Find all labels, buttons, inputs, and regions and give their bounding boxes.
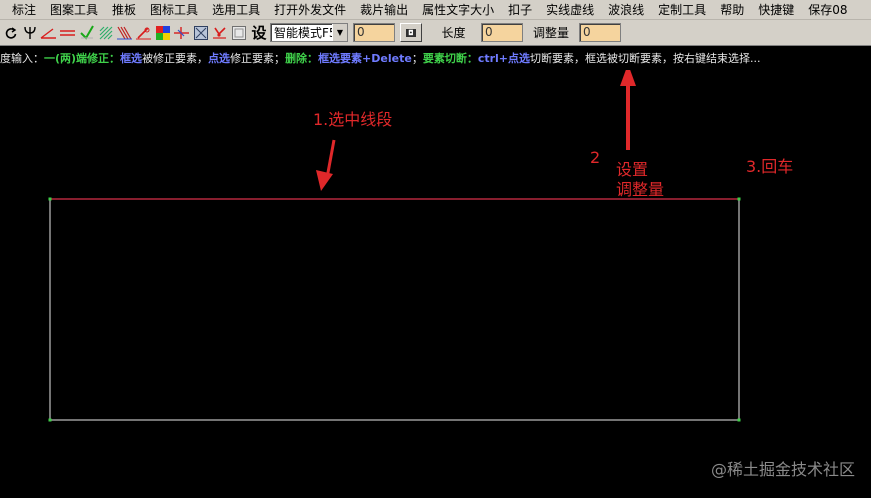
hint-text: 点选 xyxy=(208,52,231,65)
hint-bar: 度输入： 一(两)端修正： 框选 被修正要素， 点选 修正要素； 删除： 框选要… xyxy=(0,47,871,69)
split-icon[interactable] xyxy=(173,23,190,42)
adjust-input[interactable]: 0 xyxy=(579,23,621,42)
menu-item-help[interactable]: 帮助 xyxy=(713,1,751,19)
menu-item-buttons[interactable]: 扣子 xyxy=(501,1,539,19)
length-label: 长度 xyxy=(441,26,466,40)
corner-point xyxy=(737,418,741,422)
arrow-down-icon xyxy=(316,139,336,191)
double-line-icon[interactable] xyxy=(59,23,76,42)
annotation-step3: 3.回车 xyxy=(746,157,794,176)
hint-text: 框选 xyxy=(120,52,143,65)
arrow-up-icon xyxy=(620,70,636,150)
annotation-step2-line2: 调整量 xyxy=(616,180,665,199)
menu-item-tuan-tools[interactable]: 图案工具 xyxy=(43,1,105,19)
corner-point xyxy=(48,418,52,422)
menu-item-biaozhu[interactable]: 标注 xyxy=(0,1,43,19)
menu-item-font-size[interactable]: 属性文字大小 xyxy=(415,1,501,19)
hint-text: 框选要素+Delete xyxy=(318,52,412,65)
menu-item-save[interactable]: 保存08 xyxy=(801,1,854,19)
menu-bar: 标注 图案工具 推板 图标工具 选用工具 打开外发文件 裁片输出 属性文字大小 … xyxy=(0,0,871,20)
psi-icon[interactable] xyxy=(21,23,38,42)
menu-item-open-file[interactable]: 打开外发文件 xyxy=(267,1,353,19)
corner-point xyxy=(48,197,52,201)
hint-text: 一(两)端修正： xyxy=(44,52,121,65)
hint-text: 删除： xyxy=(285,52,319,65)
hint-text: 切断要素，框选被切断要素，按右键结束选择... xyxy=(530,52,761,65)
hint-text: 度输入： xyxy=(0,52,44,65)
menu-item-custom-tools[interactable]: 定制工具 xyxy=(651,1,713,19)
adjust-label: 调整量 xyxy=(532,26,569,40)
hint-text: ctrl+点选 xyxy=(477,52,531,65)
pen-icon[interactable] xyxy=(135,23,152,42)
hint-text: ； xyxy=(411,52,423,65)
value-input[interactable]: 0 xyxy=(353,23,395,42)
frame-icon[interactable] xyxy=(192,23,209,42)
toolbar: 设 智能模式F5 ▼ 0 ◘ 长度 0 调整量 0 xyxy=(0,20,871,46)
grid-icon[interactable] xyxy=(230,23,247,42)
set-button[interactable]: 设 xyxy=(250,22,268,43)
length-input[interactable]: 0 xyxy=(481,23,523,42)
hint-text: 要素切断： xyxy=(422,52,478,65)
menu-item-wave-line[interactable]: 波浪线 xyxy=(601,1,651,19)
annotation-step1: 1.选中线段 xyxy=(313,110,393,129)
watermark: @稀土掘金技术社区 xyxy=(710,460,855,479)
apply-icon: ◘ xyxy=(406,28,416,37)
hatch-icon[interactable] xyxy=(97,23,114,42)
menu-item-shortcuts[interactable]: 快捷键 xyxy=(751,1,801,19)
hint-text: 修正要素； xyxy=(230,52,286,65)
rotate-icon[interactable] xyxy=(2,23,19,42)
mode-select-value: 智能模式F5 xyxy=(274,26,332,40)
hint-text: 被修正要素， xyxy=(142,52,209,65)
chevron-down-icon[interactable]: ▼ xyxy=(332,24,347,41)
apply-button[interactable]: ◘ xyxy=(400,23,422,42)
pleat-icon[interactable] xyxy=(116,23,133,42)
color-swatch-icon[interactable] xyxy=(154,23,171,42)
menu-item-tuiban[interactable]: 推板 xyxy=(105,1,143,19)
heart-arrow-icon[interactable] xyxy=(211,23,228,42)
menu-item-select-tools[interactable]: 选用工具 xyxy=(205,1,267,19)
corner-point xyxy=(737,197,741,201)
menu-item-icon-tools[interactable]: 图标工具 xyxy=(143,1,205,19)
menu-item-line-style[interactable]: 实线虚线 xyxy=(539,1,601,19)
menu-item-piece-output[interactable]: 裁片输出 xyxy=(353,1,415,19)
green-check-icon[interactable] xyxy=(78,23,95,42)
angle-line-icon[interactable] xyxy=(40,23,57,42)
drawing-canvas[interactable] xyxy=(0,70,871,498)
annotation-step2-number: 2 xyxy=(590,148,601,167)
mode-select[interactable]: 智能模式F5 ▼ xyxy=(270,23,348,42)
